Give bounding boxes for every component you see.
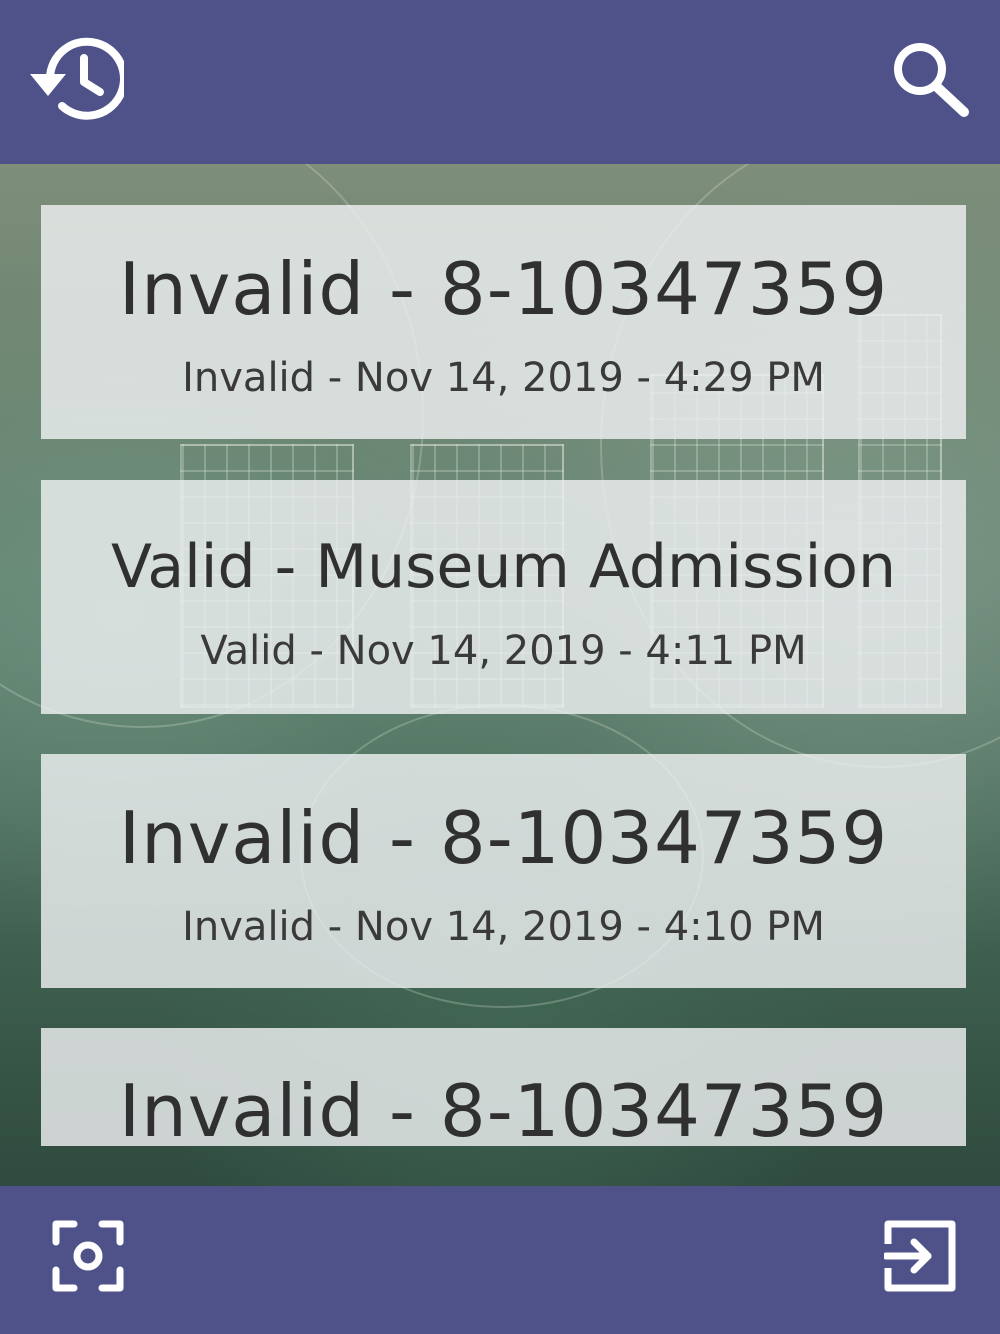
- list-item[interactable]: Invalid - 8-10347359: [41, 1028, 966, 1151]
- search-icon[interactable]: [888, 38, 972, 120]
- logout-icon[interactable]: [884, 1220, 956, 1292]
- list-item[interactable]: Invalid - 8-10347359 Invalid - Nov 14, 2…: [41, 205, 966, 439]
- app-screen: Invalid - 8-10347359 Invalid - Nov 14, 2…: [0, 0, 1000, 1334]
- entry-title: Invalid - 8-10347359: [118, 1069, 889, 1153]
- history-list: Invalid - 8-10347359 Invalid - Nov 14, 2…: [0, 164, 1000, 1186]
- history-icon[interactable]: [26, 34, 124, 124]
- list-item[interactable]: Invalid - 8-10347359 Invalid - Nov 14, 2…: [41, 754, 966, 988]
- entry-subtitle: Invalid - Nov 14, 2019 - 4:10 PM: [182, 904, 825, 950]
- list-item[interactable]: Valid - Museum Admission Valid - Nov 14,…: [41, 480, 966, 714]
- entry-title: Invalid - 8-10347359: [118, 796, 889, 880]
- entry-subtitle: Valid - Nov 14, 2019 - 4:11 PM: [200, 628, 807, 674]
- bottom-app-bar: [0, 1186, 1000, 1334]
- entry-subtitle: Invalid - Nov 14, 2019 - 4:29 PM: [182, 355, 825, 401]
- entry-title: Invalid - 8-10347359: [118, 247, 889, 331]
- scan-icon[interactable]: [52, 1220, 124, 1292]
- entry-title: Valid - Museum Admission: [110, 532, 896, 602]
- top-app-bar: [0, 0, 1000, 164]
